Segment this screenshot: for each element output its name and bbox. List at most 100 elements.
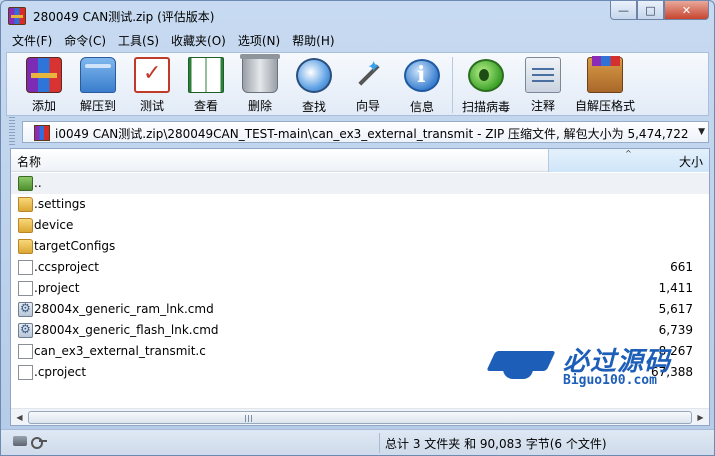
graduation-cap-icon — [491, 345, 557, 379]
watermark-subtitle: Biguo100.com — [563, 373, 657, 388]
horizontal-scrollbar[interactable]: ◀ ▶ — [11, 408, 709, 425]
virus-scan-button[interactable]: 扫描病毒 — [456, 53, 516, 115]
file-name: .. — [34, 176, 42, 190]
scroll-right-icon[interactable]: ▶ — [692, 409, 709, 426]
archive-icon — [34, 125, 50, 141]
column-header: 名称 ^ 大小 — [11, 149, 709, 172]
status-icons — [13, 436, 47, 449]
file-name: 28004x_generic_flash_lnk.cmd — [34, 323, 219, 337]
file-size: 1,411 — [658, 281, 693, 295]
trash-icon — [240, 54, 280, 93]
find-button[interactable]: 查找 — [287, 53, 341, 115]
title-bar[interactable]: 280049 CAN测试.zip (评估版本) — □ ✕ — [1, 1, 714, 31]
info-icon — [404, 59, 440, 92]
address-bar[interactable]: i0049 CAN测试.zip\280049CAN_TEST-main\can_… — [22, 121, 709, 143]
extract-label: 解压到 — [79, 99, 116, 113]
file-size: 5,617 — [658, 302, 693, 316]
list-item[interactable]: 28004x_generic_flash_lnk.cmd 6,739 — [11, 320, 709, 341]
menu-favorites[interactable]: 收藏夹(O) — [165, 31, 232, 51]
status-bar: 总计 3 文件夹 和 90,083 字节(6 个文件) — [1, 429, 714, 455]
menu-file[interactable]: 文件(F) — [6, 31, 58, 51]
view-label: 查看 — [193, 99, 218, 113]
window-controls: — □ ✕ — [610, 1, 709, 20]
delete-button[interactable]: 删除 — [233, 53, 287, 115]
menu-help[interactable]: 帮助(H) — [286, 31, 340, 51]
column-name[interactable]: 名称 — [17, 153, 41, 170]
file-name: targetConfigs — [34, 239, 116, 253]
winrar-window: 280049 CAN测试.zip (评估版本) — □ ✕ 文件(F) 命令(C… — [0, 0, 715, 456]
minimize-button[interactable]: — — [610, 1, 637, 20]
delete-label: 删除 — [247, 99, 272, 113]
up-folder-icon — [18, 176, 33, 191]
file-name: 28004x_generic_ram_lnk.cmd — [34, 302, 214, 316]
status-text: 总计 3 文件夹 和 90,083 字节(6 个文件) — [385, 437, 607, 451]
list-item[interactable]: .project 1,411 — [11, 278, 709, 299]
window-title: 280049 CAN测试.zip (评估版本) — [33, 10, 215, 24]
list-item[interactable]: device — [11, 215, 709, 236]
test-button[interactable]: 测试 — [125, 53, 179, 115]
cmd-file-icon — [18, 301, 33, 317]
file-icon — [18, 260, 33, 275]
winrar-app-icon — [8, 7, 26, 25]
file-name: device — [34, 218, 74, 232]
watermark: 必过源码 Biguo100.com — [491, 341, 706, 393]
extract-folder-icon — [80, 57, 116, 93]
magic-wand-icon — [350, 57, 386, 93]
address-path: i0049 CAN测试.zip\280049CAN_TEST-main\can_… — [55, 127, 690, 141]
test-checklist-icon — [134, 57, 170, 93]
address-grip[interactable] — [9, 117, 15, 145]
file-icon — [18, 281, 33, 296]
file-name: .project — [34, 281, 80, 295]
list-item[interactable]: targetConfigs — [11, 236, 709, 257]
sort-ascending-icon: ^ — [625, 149, 632, 158]
bug-icon — [468, 59, 504, 92]
file-name: .ccsproject — [34, 260, 99, 274]
sfx-box-icon — [587, 56, 623, 93]
menu-options[interactable]: 选项(N) — [232, 31, 286, 51]
status-divider — [379, 433, 380, 453]
list-item[interactable]: 28004x_generic_ram_lnk.cmd 5,617 — [11, 299, 709, 320]
drive-icon[interactable] — [13, 436, 27, 446]
file-name: can_ex3_external_transmit.c — [34, 344, 206, 358]
column-size-header[interactable]: ^ 大小 — [548, 149, 709, 172]
maximize-button[interactable]: □ — [637, 1, 664, 20]
file-size: 6,739 — [658, 323, 693, 337]
add-button[interactable]: 添加 — [17, 53, 71, 115]
file-icon — [18, 365, 33, 380]
sfx-label: 自解压格式 — [574, 99, 635, 113]
sfx-button[interactable]: 自解压格式 — [570, 53, 640, 115]
key-icon[interactable] — [31, 436, 47, 449]
comment-button[interactable]: 注释 — [516, 53, 570, 115]
test-label: 测试 — [139, 99, 164, 113]
comment-icon — [525, 57, 561, 93]
comment-label: 注释 — [530, 99, 555, 113]
scroll-left-icon[interactable]: ◀ — [11, 409, 28, 426]
info-label: 信息 — [409, 100, 434, 114]
magnifier-icon — [296, 58, 332, 93]
address-dropdown-icon[interactable]: ▼ — [698, 127, 705, 137]
column-size: 大小 — [678, 155, 703, 169]
extract-to-button[interactable]: 解压到 — [71, 53, 125, 115]
list-item[interactable]: .ccsproject 661 — [11, 257, 709, 278]
folder-icon — [18, 218, 33, 233]
scrollbar-thumb[interactable] — [28, 411, 692, 424]
menu-commands[interactable]: 命令(C) — [58, 31, 112, 51]
file-name: .cproject — [34, 365, 87, 379]
close-button[interactable]: ✕ — [664, 1, 709, 20]
list-item[interactable]: .. — [11, 173, 709, 194]
view-button[interactable]: 查看 — [179, 53, 233, 115]
file-size: 661 — [670, 260, 693, 274]
toolbar: 添加 解压到 测试 查看 删除 查找 向导 信息 — [6, 52, 709, 116]
toolbar-separator — [452, 57, 453, 113]
info-button[interactable]: 信息 — [395, 53, 449, 115]
folder-icon — [18, 239, 33, 254]
wizard-button[interactable]: 向导 — [341, 53, 395, 115]
add-archive-icon — [26, 57, 62, 93]
file-name: .settings — [34, 197, 86, 211]
menu-tools[interactable]: 工具(S) — [112, 31, 165, 51]
add-label: 添加 — [31, 99, 56, 113]
list-item[interactable]: .settings — [11, 194, 709, 215]
menu-bar: 文件(F) 命令(C) 工具(S) 收藏夹(O) 选项(N) 帮助(H) — [6, 31, 709, 51]
view-book-icon — [188, 57, 224, 93]
virus-scan-label: 扫描病毒 — [461, 100, 510, 114]
